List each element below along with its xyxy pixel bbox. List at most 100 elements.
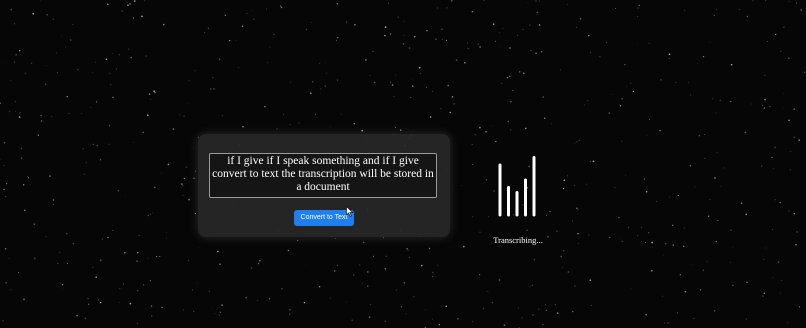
star-dot	[407, 249, 409, 251]
star-dot	[389, 33, 391, 35]
star-dot	[538, 0, 540, 2]
star-dot	[699, 289, 702, 291]
star-dot	[298, 122, 300, 124]
star-dot	[551, 123, 553, 125]
star-dot	[709, 42, 711, 43]
star-dot	[132, 17, 134, 19]
star-dot	[562, 267, 563, 269]
star-dot	[112, 229, 114, 231]
star-dot	[0, 102, 2, 104]
star-dot	[219, 311, 222, 313]
star-dot	[609, 236, 611, 239]
convert-to-text-button[interactable]: Convert to Text	[294, 210, 354, 226]
star-dot	[397, 16, 399, 18]
star-dot	[608, 112, 610, 114]
star-dot	[403, 281, 406, 284]
star-dot	[535, 0, 537, 2]
star-dot	[287, 249, 290, 252]
star-dot	[432, 271, 434, 274]
star-dot	[779, 292, 781, 294]
star-dot	[447, 84, 449, 87]
star-dot	[546, 215, 547, 217]
star-dot	[160, 172, 162, 174]
star-dot	[410, 96, 412, 99]
star-dot	[790, 151, 792, 152]
star-dot	[788, 1, 790, 3]
star-dot	[636, 16, 638, 17]
star-dot	[194, 213, 196, 215]
star-dot	[303, 301, 306, 304]
star-dot	[324, 85, 326, 87]
star-dot	[52, 199, 55, 201]
star-dot	[419, 72, 421, 74]
star-dot	[660, 78, 662, 81]
star-dot	[141, 15, 143, 18]
star-dot	[507, 121, 509, 123]
star-dot	[33, 223, 36, 226]
star-dot	[365, 59, 367, 61]
star-dot	[508, 75, 511, 78]
star-dot	[446, 7, 448, 9]
star-dot	[76, 314, 78, 317]
star-dot	[372, 255, 374, 257]
star-dot	[20, 147, 22, 149]
star-dot	[738, 9, 740, 10]
star-dot	[488, 216, 490, 217]
star-dot	[229, 39, 231, 42]
star-dot	[253, 18, 255, 20]
star-dot	[72, 242, 75, 245]
star-dot	[382, 237, 384, 239]
star-dot	[574, 285, 576, 287]
star-dot	[583, 104, 585, 106]
star-dot	[242, 125, 244, 128]
star-dot	[384, 268, 386, 270]
star-dot	[672, 244, 674, 246]
star-dot	[66, 262, 69, 265]
star-dot	[716, 9, 718, 11]
star-dot	[683, 245, 685, 247]
star-dot	[15, 54, 17, 56]
star-dot	[149, 280, 152, 282]
star-dot	[219, 263, 221, 265]
star-dot	[133, 141, 135, 143]
star-dot	[590, 52, 592, 53]
star-dot	[367, 271, 369, 273]
star-dot	[130, 56, 133, 59]
transcript-textbox[interactable]: if I give if I speak something and if I …	[209, 153, 437, 198]
star-dot	[495, 40, 496, 42]
star-dot	[56, 52, 58, 54]
star-dot	[485, 179, 488, 181]
star-dot	[367, 275, 368, 277]
star-dot	[501, 82, 503, 85]
star-dot	[529, 24, 531, 26]
star-dot	[4, 142, 6, 144]
star-dot	[101, 238, 104, 240]
star-dot	[636, 44, 638, 46]
star-dot	[676, 312, 678, 314]
star-dot	[304, 265, 306, 267]
star-dot	[151, 315, 153, 317]
star-dot	[572, 220, 574, 222]
star-dot	[577, 243, 579, 245]
star-dot	[445, 305, 447, 307]
star-dot	[258, 263, 260, 265]
star-dot	[487, 291, 489, 292]
star-dot	[668, 57, 670, 60]
star-dot	[531, 284, 533, 286]
star-dot	[683, 227, 685, 229]
star-dot	[122, 283, 125, 285]
star-dot	[491, 125, 493, 127]
star-dot	[18, 49, 21, 52]
star-dot	[688, 81, 689, 83]
star-dot	[150, 305, 153, 307]
star-dot	[793, 108, 796, 110]
star-dot	[117, 190, 119, 192]
star-dot	[585, 183, 587, 185]
star-dot	[554, 304, 556, 306]
star-dot	[723, 167, 725, 169]
star-dot	[495, 140, 497, 143]
star-dot	[402, 43, 405, 45]
star-dot	[283, 114, 284, 116]
star-dot	[69, 39, 72, 41]
star-dot	[193, 310, 195, 312]
